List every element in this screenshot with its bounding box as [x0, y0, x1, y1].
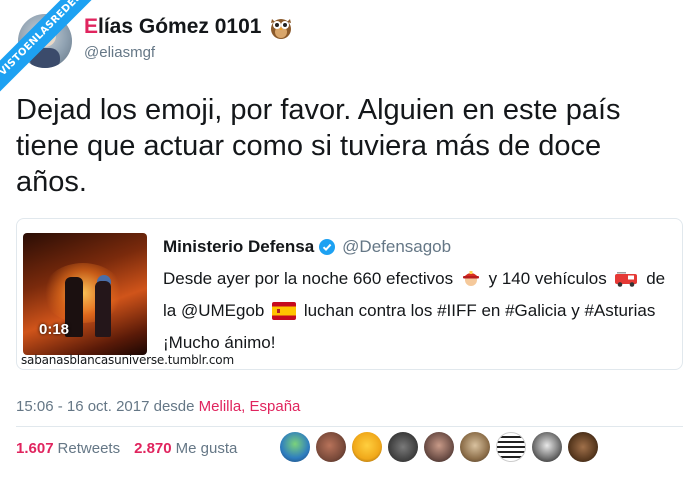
quoted-text-segment: ¡Mucho ánimo! — [163, 333, 276, 352]
liker-avatar[interactable] — [460, 432, 490, 462]
firefighter-emoji-icon — [461, 268, 481, 297]
likes-stat[interactable]: 2.870 Me gusta — [134, 440, 237, 457]
fire-engine-emoji-icon — [614, 268, 638, 297]
retweets-count: 1.607 — [16, 440, 54, 457]
liker-avatars — [280, 432, 598, 462]
liker-avatar[interactable] — [316, 432, 346, 462]
quoted-text-segment: de — [646, 269, 666, 288]
quoted-author-handle[interactable]: @Defensagob — [342, 237, 451, 257]
quoted-text-segment: luchan contra los #IIFF en #Galicia y #A… — [303, 301, 656, 320]
likes-count: 2.870 — [134, 440, 172, 457]
retweets-label: Retweets — [57, 440, 121, 457]
tweet-time: 15:06 - 16 oct. 2017 desde — [16, 398, 195, 415]
liker-avatar[interactable] — [496, 432, 526, 462]
author-handle[interactable]: @eliasmgf — [84, 44, 155, 61]
liker-avatar[interactable] — [424, 432, 454, 462]
author-name-initial: E — [84, 15, 99, 38]
spain-flag-emoji-icon — [272, 301, 297, 329]
liker-avatar[interactable] — [568, 432, 598, 462]
tweet-location-link[interactable]: Melilla, España — [199, 398, 301, 415]
quoted-tweet-text: Desde ayer por la noche 660 efectivos y … — [163, 265, 673, 357]
liker-avatar[interactable] — [388, 432, 418, 462]
liker-avatar[interactable] — [532, 432, 562, 462]
video-thumbnail[interactable]: 0:18 — [23, 233, 147, 355]
tweet-text: Dejad los emoji, por favor. Alguien en e… — [16, 94, 621, 198]
retweets-stat[interactable]: 1.607 Retweets — [16, 440, 120, 457]
liker-avatar[interactable] — [352, 432, 382, 462]
owl-icon — [269, 14, 293, 40]
verified-icon — [319, 239, 336, 255]
author-name[interactable]: Elías Gómez 0101 — [84, 15, 261, 39]
video-duration: 0:18 — [39, 321, 70, 338]
author-name-rest: lías Gómez 0101 — [98, 15, 262, 38]
tweet-timestamp[interactable]: 15:06 - 16 oct. 2017 desde Melilla, Espa… — [16, 398, 300, 415]
quoted-author-name[interactable]: Ministerio Defensa — [163, 237, 314, 257]
quoted-text-segment: Desde ayer por la noche 660 efectivos — [163, 269, 454, 288]
engagement-stats: 1.607 Retweets 2.870 Me gusta — [16, 440, 237, 457]
quoted-tweet-card[interactable]: 0:18 sabanasblancasuniverse.tumblr.com M… — [16, 218, 683, 370]
divider — [16, 426, 683, 427]
liker-avatar[interactable] — [280, 432, 310, 462]
quoted-text-segment: y 140 vehículos — [488, 269, 607, 288]
likes-label: Me gusta — [175, 440, 238, 457]
quoted-mention-link[interactable]: la @UMEgob — [163, 301, 264, 320]
